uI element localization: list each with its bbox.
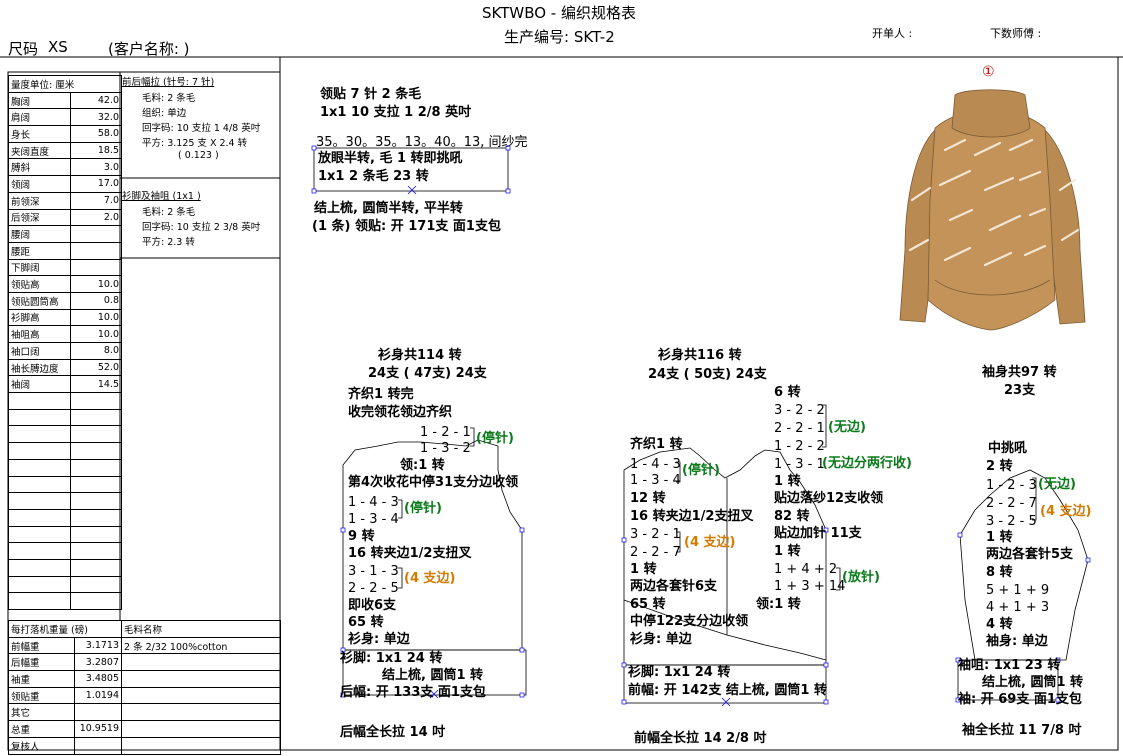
sweater-illustration [899,89,1086,331]
